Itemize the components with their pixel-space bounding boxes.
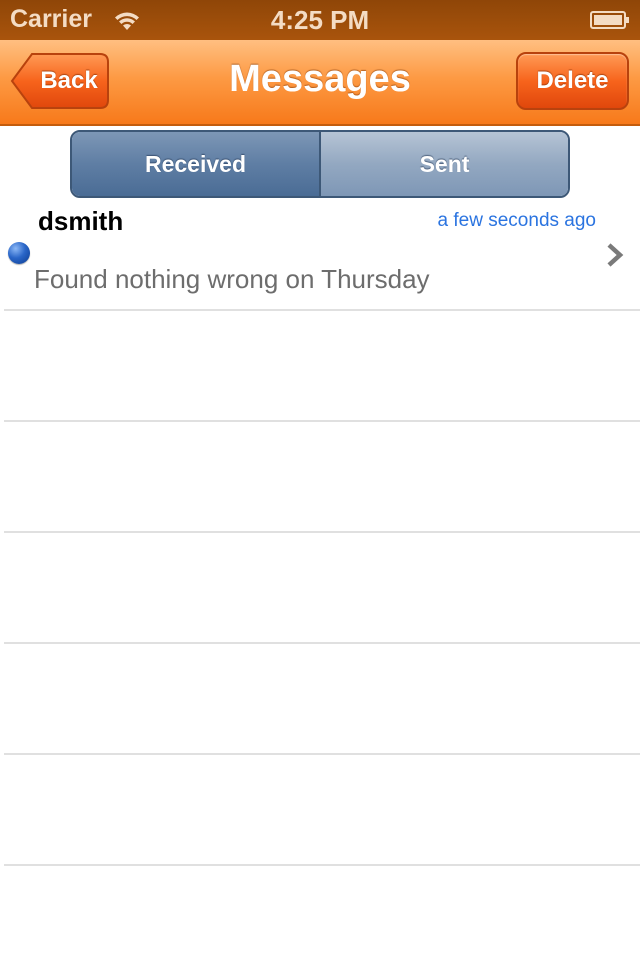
empty-row (4, 422, 640, 533)
message-preview: Found nothing wrong on Thursday (34, 264, 430, 294)
message-timestamp: a few seconds ago (437, 210, 596, 231)
delete-button[interactable]: Delete (516, 52, 629, 110)
navigation-bar: Back Messages Delete (0, 40, 640, 126)
chevron-right-icon (606, 242, 624, 268)
segment-received[interactable]: Received (72, 132, 321, 196)
battery-icon (590, 11, 630, 29)
message-row[interactable]: dsmith a few seconds ago Found nothing w… (4, 200, 640, 311)
empty-row (4, 755, 640, 866)
messages-screen: Carrier 4:25 PM Back Messages Delete Rec… (0, 0, 640, 960)
empty-row (4, 866, 640, 960)
segmented-control: Received Sent (70, 130, 570, 198)
empty-row (4, 311, 640, 422)
segment-sent[interactable]: Sent (321, 132, 568, 196)
message-sender: dsmith (38, 206, 124, 236)
status-bar: Carrier 4:25 PM (0, 0, 640, 40)
clock: 4:25 PM (270, 5, 370, 35)
empty-row (4, 533, 640, 644)
unread-dot-icon (8, 242, 30, 264)
empty-row (4, 644, 640, 755)
message-list: dsmith a few seconds ago Found nothing w… (0, 200, 640, 960)
